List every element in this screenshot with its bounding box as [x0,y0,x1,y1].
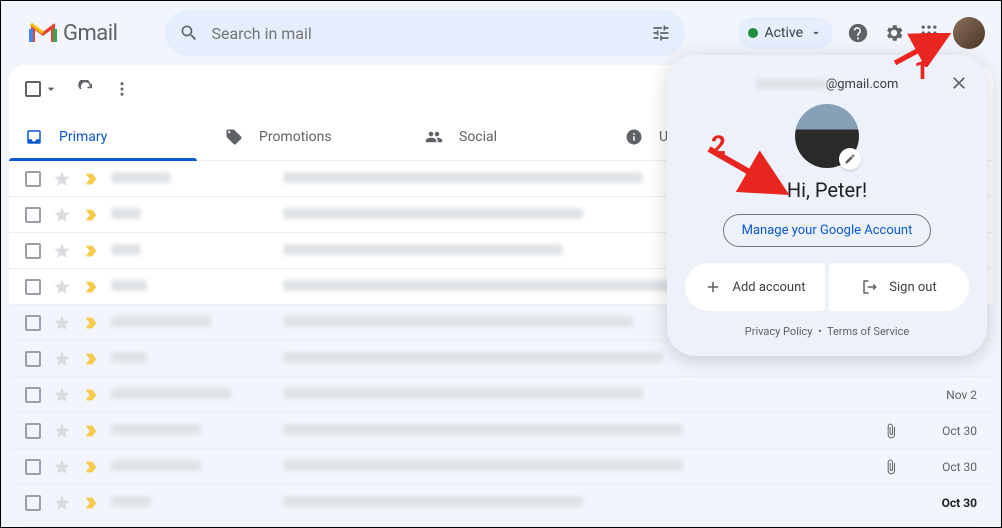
star-icon[interactable] [53,422,71,440]
star-icon[interactable] [53,314,71,332]
sender-cell [111,171,271,187]
tab-promotions[interactable]: Promotions [209,113,409,160]
sender-cell [111,279,271,295]
star-icon[interactable] [53,458,71,476]
tab-primary[interactable]: Primary [9,113,209,160]
signout-icon [861,278,879,296]
star-icon[interactable] [53,170,71,188]
profile-avatar[interactable] [795,104,859,168]
sender-cell [111,315,271,331]
star-icon[interactable] [53,350,71,368]
important-icon[interactable] [83,423,99,439]
email-row[interactable]: Oct 30 [9,485,993,521]
attachment-icon [883,459,899,475]
date-cell: Oct 30 [917,424,977,438]
row-checkbox[interactable] [25,279,41,295]
important-icon[interactable] [83,387,99,403]
important-icon[interactable] [83,207,99,223]
row-checkbox[interactable] [25,351,41,367]
sender-cell [111,351,271,367]
tune-icon[interactable] [651,23,671,43]
annotation-number-2: 2 [711,131,726,161]
date-cell: Oct 30 [917,496,977,510]
row-checkbox[interactable] [25,387,41,403]
status-chip[interactable]: Active [738,17,833,49]
status-label: Active [764,25,803,41]
inbox-icon [25,128,43,146]
people-icon [425,128,443,146]
logo-text: Gmail [63,21,117,46]
sender-cell [111,207,271,223]
info-icon [625,128,643,146]
sign-out-label: Sign out [889,280,936,295]
select-all[interactable] [25,81,59,97]
account-avatar[interactable] [953,17,985,49]
gmail-icon [29,22,57,44]
checkbox-icon [25,81,41,97]
account-popup: @gmail.com Hi, Peter! Manage your Google… [667,55,987,356]
sender-cell [111,243,271,259]
date-cell: Oct 30 [917,460,977,474]
chevron-down-icon [809,26,823,40]
star-icon[interactable] [53,278,71,296]
row-checkbox[interactable] [25,243,41,259]
privacy-link[interactable]: Privacy Policy [745,325,813,338]
tab-label: Social [459,129,497,145]
tab-label: Promotions [259,129,332,145]
search-bar[interactable] [165,10,685,56]
tab-social[interactable]: Social [409,113,609,160]
terms-link[interactable]: Terms of Service [827,325,909,338]
edit-avatar-icon[interactable] [839,148,861,170]
gmail-logo[interactable]: Gmail [29,21,117,46]
row-checkbox[interactable] [25,495,41,511]
email-row[interactable]: Oct 30 [9,449,993,485]
annotation-number-1: 1 [914,56,929,86]
star-icon[interactable] [53,494,71,512]
tag-icon [225,128,243,146]
row-checkbox[interactable] [25,459,41,475]
row-checkbox[interactable] [25,423,41,439]
refresh-icon[interactable] [77,80,95,98]
star-icon[interactable] [53,242,71,260]
subject-cell [283,495,905,511]
more-icon[interactable] [113,80,131,98]
sender-cell [111,495,271,511]
attachment-icon [883,423,899,439]
search-icon [179,23,199,43]
close-icon[interactable] [949,73,969,93]
important-icon[interactable] [83,495,99,511]
important-icon[interactable] [83,243,99,259]
legal-links: Privacy Policy • Terms of Service [685,325,969,338]
important-icon[interactable] [83,315,99,331]
star-icon[interactable] [53,386,71,404]
important-icon[interactable] [83,279,99,295]
manage-account-button[interactable]: Manage your Google Account [723,214,932,247]
caret-down-icon [43,81,59,97]
row-checkbox[interactable] [25,171,41,187]
sender-cell [111,387,271,403]
email-row[interactable]: Nov 2 [9,377,993,413]
plus-icon [704,278,722,296]
sign-out-button[interactable]: Sign out [829,263,969,311]
account-email: @gmail.com [756,73,899,92]
important-icon[interactable] [83,459,99,475]
add-account-label: Add account [732,280,805,295]
add-account-button[interactable]: Add account [685,263,825,311]
important-icon[interactable] [83,351,99,367]
sender-cell [111,459,271,475]
sender-cell [111,423,271,439]
row-checkbox[interactable] [25,207,41,223]
row-checkbox[interactable] [25,315,41,331]
email-row[interactable]: Oct 30 [9,413,993,449]
search-input[interactable] [211,24,639,43]
tab-label: Primary [59,129,107,145]
subject-cell [283,387,905,403]
star-icon[interactable] [53,206,71,224]
important-icon[interactable] [83,171,99,187]
active-dot-icon [748,28,758,38]
subject-cell [283,423,871,439]
help-icon[interactable] [847,22,869,44]
date-cell: Nov 2 [917,388,977,402]
subject-cell [283,459,871,475]
